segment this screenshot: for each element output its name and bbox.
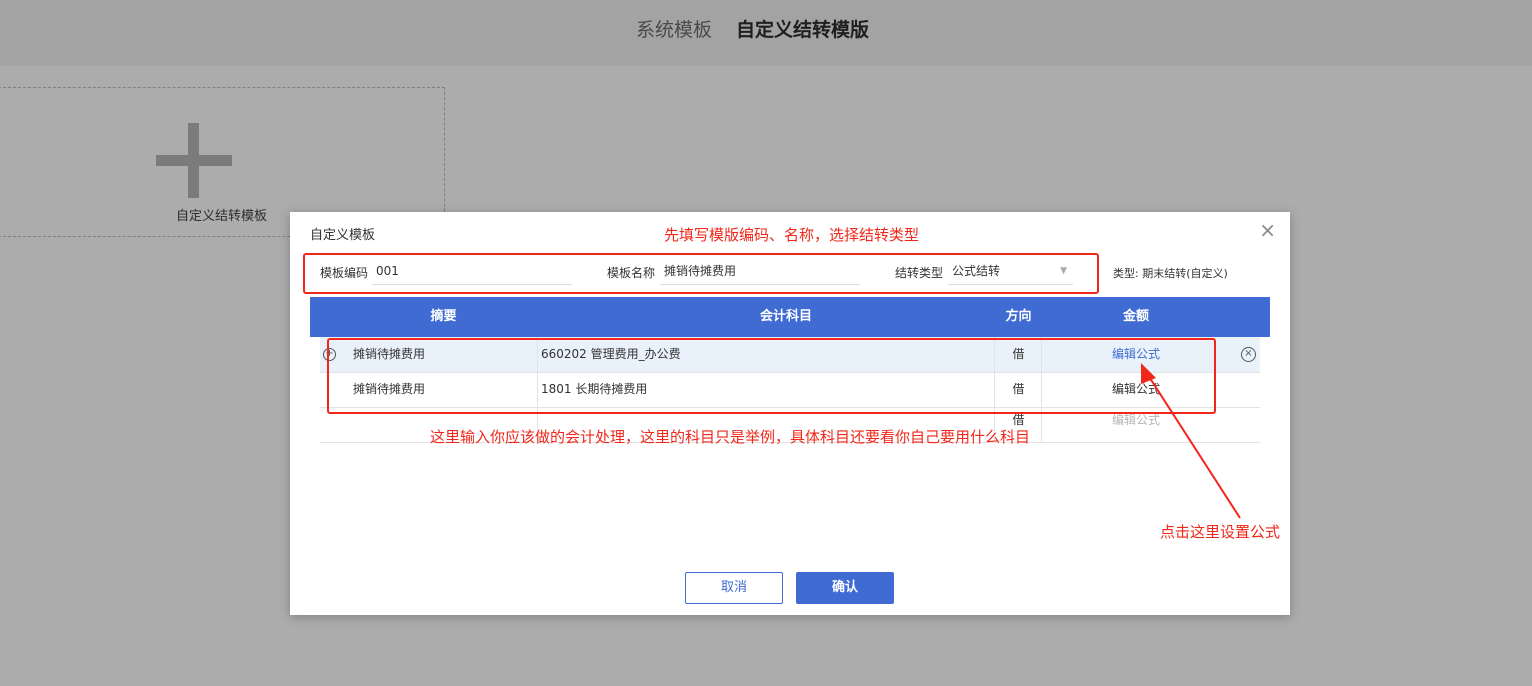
annotation-middle: 这里输入你应该做的会计处理，这里的科目只是举例，具体科目还要看你自己要用什么科目	[430, 428, 1031, 446]
dialog-title: 自定义模板	[310, 228, 376, 243]
chevron-down-icon: ▼	[1060, 266, 1067, 276]
tab-custom-templates[interactable]: 自定义结转模版	[736, 16, 869, 44]
template-code-label: 模板编码	[320, 266, 369, 280]
carryover-type-label: 结转类型	[895, 266, 944, 280]
plus-icon-bar	[156, 155, 232, 166]
template-name-input[interactable]	[660, 257, 860, 285]
header-account: 会计科目	[759, 309, 812, 324]
type-info: 类型: 期末结转(自定义)	[1113, 267, 1228, 280]
delete-row-icon[interactable]: ×	[1241, 347, 1256, 362]
tab-system-templates[interactable]: 系统模板	[636, 16, 712, 44]
carryover-type-value: 公式结转	[952, 264, 1001, 278]
header-direction: 方向	[1005, 309, 1032, 324]
header-summary: 摘要	[430, 309, 457, 324]
top-bar: 系统模板 自定义结转模版	[0, 0, 1532, 66]
confirm-button[interactable]: 确认	[796, 572, 894, 604]
table-header: 摘要 会计科目 方向 金额	[310, 297, 1270, 337]
template-code-input[interactable]	[372, 257, 572, 285]
close-icon[interactable]: ×	[1259, 220, 1276, 240]
cancel-button[interactable]: 取消	[685, 572, 783, 604]
carryover-type-select[interactable]: 公式结转 ▼	[948, 257, 1073, 285]
annotation-right: 点击这里设置公式	[1160, 523, 1281, 541]
annotation-top: 先填写模版编码、名称，选择结转类型	[664, 226, 920, 244]
annotation-box-rows	[327, 338, 1216, 414]
header-amount: 金额	[1122, 309, 1149, 324]
custom-template-dialog: 自定义模板 × 先填写模版编码、名称，选择结转类型 模板编码 模板名称 结转类型…	[290, 212, 1290, 615]
template-name-label: 模板名称	[607, 266, 656, 280]
